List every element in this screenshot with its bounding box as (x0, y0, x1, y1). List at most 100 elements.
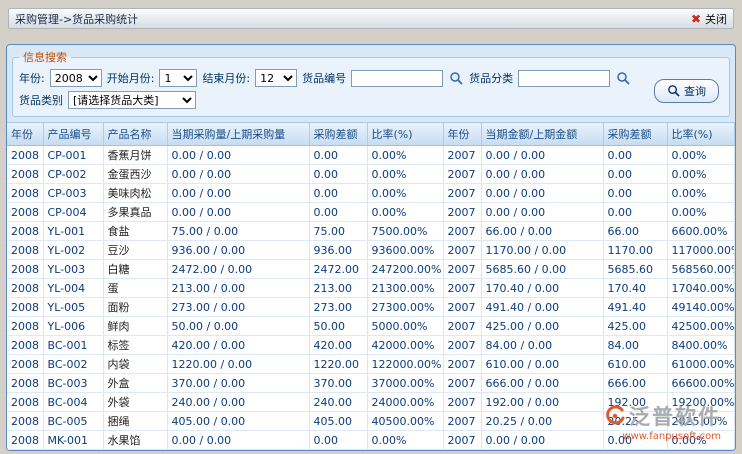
cell-year: 2008 (7, 184, 43, 203)
cell-year: 2008 (7, 393, 43, 412)
cell-year2: 2007 (443, 450, 481, 451)
cell-amount: 192.00 / 0.00 (481, 393, 603, 412)
cell-diff: 1220.00 (309, 355, 367, 374)
cell-code: BC-003 (43, 374, 103, 393)
cell-amount: 170.40 / 0.00 (481, 279, 603, 298)
table-row[interactable]: 2008YL-004蛋213.00 / 0.00213.0021300.00%2… (7, 279, 735, 298)
cell-amount: 84.00 / 0.00 (481, 336, 603, 355)
cell-amount: 0.00 / 0.00 (481, 450, 603, 451)
table-row[interactable]: 2008YL-002豆沙936.00 / 0.00936.0093600.00%… (7, 241, 735, 260)
cell-diff: 50.00 (309, 317, 367, 336)
cell-diff: 2472.00 (309, 260, 367, 279)
cell-year: 2008 (7, 450, 43, 451)
cell-ratio2: 61000.00% (667, 355, 735, 374)
cell-ratio2: 49140.00% (667, 298, 735, 317)
cell-name: 豆沙 (103, 241, 167, 260)
cell-ratio: 24000.00% (367, 393, 443, 412)
cell-diff: 0.00 (309, 184, 367, 203)
table-header-row: 年份产品编号产品名称当期采购量/上期采购量采购差额比率(%)年份当期金额/上期金… (7, 123, 735, 146)
cell-amount: 66.00 / 0.00 (481, 222, 603, 241)
cell-diff: 240.00 (309, 393, 367, 412)
cell-diff2: 1170.00 (603, 241, 667, 260)
year-select[interactable]: 2008 (50, 69, 102, 87)
cell-diff: 936.00 (309, 241, 367, 260)
cell-code: BC-004 (43, 393, 103, 412)
watermark-url: www.fanpusoft.com (604, 431, 721, 442)
watermark-brand: 泛普软件 (629, 401, 721, 431)
cell-qty: 405.00 / 0.00 (167, 412, 309, 431)
search-legend: 信息搜索 (19, 49, 71, 65)
cell-diff: 213.00 (309, 279, 367, 298)
goods-category-input[interactable] (518, 70, 610, 87)
watermark: 泛普软件 www.fanpusoft.com (604, 401, 721, 442)
search-row-2: 货品类别 [请选择货品大类] (19, 89, 723, 111)
cell-ratio2: 6600.00% (667, 222, 735, 241)
search-section: 信息搜索 年份: 2008 开始月份: 1 结束月份: 12 货品编号 货品分类 (12, 49, 730, 117)
table-row[interactable]: 2008BC-003外盒370.00 / 0.00370.0037000.00%… (7, 374, 735, 393)
table-row[interactable]: 2008CP-003美味肉松0.00 / 0.000.000.00%20070.… (7, 184, 735, 203)
goods-code-search-icon[interactable] (448, 71, 464, 85)
goods-category-search-icon[interactable] (615, 71, 631, 85)
goods-code-label: 货品编号 (302, 70, 346, 86)
cell-ratio: 40500.00% (367, 412, 443, 431)
table-row[interactable]: 2008BC-002内袋1220.00 / 0.001220.00122000.… (7, 355, 735, 374)
close-icon: ✖ (691, 13, 701, 25)
cell-year2: 2007 (443, 298, 481, 317)
query-button[interactable]: 查询 (654, 79, 719, 103)
table-row[interactable]: 2008CP-004多果真品0.00 / 0.000.000.00%20070.… (7, 203, 735, 222)
table-row[interactable]: 2008CP-002金蛋西沙0.00 / 0.000.000.00%20070.… (7, 165, 735, 184)
table-row[interactable]: 2008YL-001食盐75.00 / 0.0075.007500.00%200… (7, 222, 735, 241)
table-area: 年份产品编号产品名称当期采购量/上期采购量采购差额比率(%)年份当期金额/上期金… (7, 122, 735, 450)
cell-year: 2008 (7, 279, 43, 298)
cell-year: 2008 (7, 336, 43, 355)
table-row[interactable]: 2008YL-003白糖2472.00 / 0.002472.00247200.… (7, 260, 735, 279)
cell-name: 面粉 (103, 298, 167, 317)
table-row[interactable]: 2008CP-001香蕉月饼0.00 / 0.000.000.00%20070.… (7, 146, 735, 165)
cell-ratio: 27300.00% (367, 298, 443, 317)
cell-code: CP-002 (43, 165, 103, 184)
goods-category-label: 货品分类 (469, 70, 513, 86)
cell-diff2: 610.00 (603, 355, 667, 374)
end-month-select[interactable]: 12 (255, 69, 297, 87)
table-row[interactable]: 2008YLS09F中产原纸0.00 / 0.000.000.00%20070.… (7, 450, 735, 451)
cell-ratio2: 0.00% (667, 184, 735, 203)
cell-code: YL-004 (43, 279, 103, 298)
cell-name: 捆绳 (103, 412, 167, 431)
cell-diff2: 425.00 (603, 317, 667, 336)
goods-type-select[interactable]: [请选择货品大类] (68, 91, 196, 109)
cell-name: 内袋 (103, 355, 167, 374)
cell-diff2: 66.00 (603, 222, 667, 241)
column-header: 采购差额 (603, 123, 667, 146)
cell-qty: 420.00 / 0.00 (167, 336, 309, 355)
goods-code-input[interactable] (351, 70, 443, 87)
cell-qty: 50.00 / 0.00 (167, 317, 309, 336)
column-header: 产品名称 (103, 123, 167, 146)
cell-amount: 0.00 / 0.00 (481, 431, 603, 450)
cell-qty: 0.00 / 0.00 (167, 146, 309, 165)
cell-name: 水果馅 (103, 431, 167, 450)
cell-year: 2008 (7, 412, 43, 431)
end-month-label: 结束月份: (202, 70, 250, 86)
cell-ratio2: 568560.00% (667, 260, 735, 279)
table-row[interactable]: 2008BC-001标签420.00 / 0.00420.0042000.00%… (7, 336, 735, 355)
close-button[interactable]: ✖ 关闭 (691, 11, 727, 27)
cell-diff: 0.00 (309, 203, 367, 222)
cell-code: YLS09F (43, 450, 103, 451)
cell-amount: 0.00 / 0.00 (481, 165, 603, 184)
cell-ratio2: 8400.00% (667, 336, 735, 355)
cell-year2: 2007 (443, 260, 481, 279)
cell-year2: 2007 (443, 279, 481, 298)
table-row[interactable]: 2008YL-005面粉273.00 / 0.00273.0027300.00%… (7, 298, 735, 317)
cell-code: YL-001 (43, 222, 103, 241)
cell-amount: 0.00 / 0.00 (481, 203, 603, 222)
table-row[interactable]: 2008YL-006鲜肉50.00 / 0.0050.005000.00%200… (7, 317, 735, 336)
cell-amount: 1170.00 / 0.00 (481, 241, 603, 260)
goods-type-label: 货品类别 (19, 92, 63, 108)
cell-ratio: 247200.00% (367, 260, 443, 279)
cell-diff2: 5685.60 (603, 260, 667, 279)
column-header: 采购差额 (309, 123, 367, 146)
start-month-select[interactable]: 1 (159, 69, 197, 87)
cell-code: MK-001 (43, 431, 103, 450)
cell-year: 2008 (7, 431, 43, 450)
cell-name: 金蛋西沙 (103, 165, 167, 184)
